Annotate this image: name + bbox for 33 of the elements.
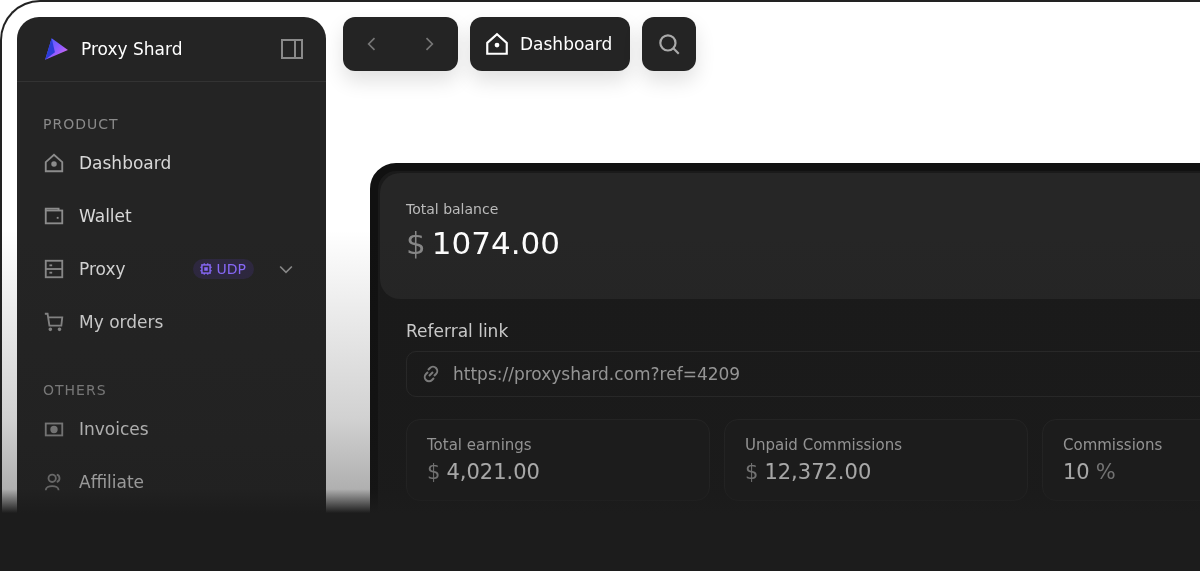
dashboard-button[interactable]: Dashboard (470, 17, 631, 71)
brand-name: Proxy Shard (81, 39, 184, 59)
home-icon (43, 151, 65, 174)
currency-sign: $ (745, 460, 759, 484)
stat-value: 4,021.00 (446, 460, 540, 484)
balance-amount: 1074.00 (431, 225, 560, 261)
search-button[interactable] (642, 17, 697, 71)
stat-value: 12,372.00 (764, 460, 872, 484)
currency-sign: $ (406, 225, 426, 261)
sidebar-item[interactable]: Proxy UDP (43, 242, 326, 295)
sidebar-item[interactable]: Affiliate (43, 455, 326, 508)
chip-icon (198, 261, 213, 276)
home-icon (484, 31, 510, 57)
cart-icon (43, 310, 65, 333)
section-heading: OTHERS (43, 382, 108, 398)
stat-value: 10 (1063, 460, 1090, 484)
stat-label: Unpaid Commissions (745, 436, 903, 454)
sidebar-toggle-icon[interactable] (280, 37, 304, 61)
server-icon (43, 257, 65, 280)
percent-sign: % (1095, 460, 1116, 484)
sidebar-item[interactable]: My orders (43, 295, 326, 348)
referral-label: Referral link (406, 321, 510, 341)
udp-badge: UDP (192, 258, 254, 279)
sidebar-item[interactable]: Dashboard (43, 136, 326, 189)
section-heading: PRODUCT (43, 116, 120, 132)
sidebar-item[interactable]: Invoices (43, 402, 326, 455)
stat-label: Total earnings (427, 436, 533, 454)
sidebar-item[interactable]: Wallet (43, 189, 326, 242)
balance-label: Total balance (406, 201, 500, 217)
logo-icon (43, 36, 69, 62)
stat-label: Commissions (1063, 436, 1164, 454)
currency-sign: $ (427, 460, 441, 484)
referral-link-field[interactable]: https://proxyshard.com?ref=4209 (406, 351, 1200, 397)
